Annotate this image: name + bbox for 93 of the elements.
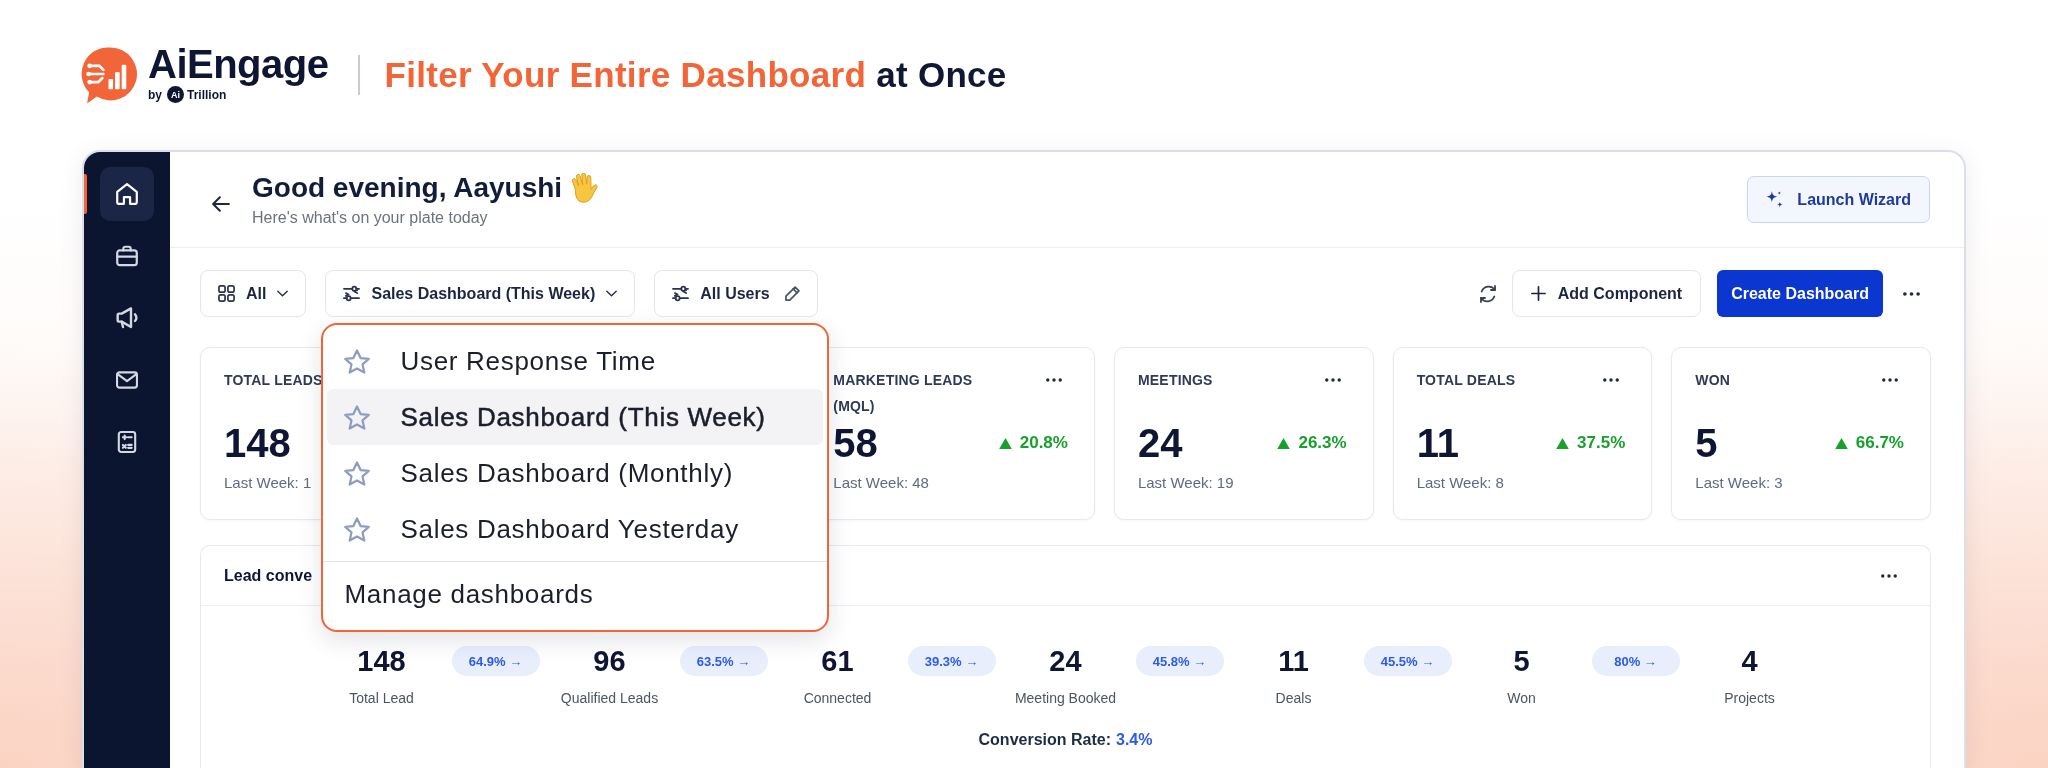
- menu-item[interactable]: User Response Time: [327, 333, 824, 389]
- step-rate-badge: 45.8% →: [1135, 646, 1224, 676]
- envelope-icon: [116, 369, 138, 391]
- megaphone-icon: [116, 307, 138, 329]
- stage-label: Deals: [1275, 689, 1312, 708]
- create-dashboard-button[interactable]: Create Dashboard: [1717, 270, 1883, 317]
- chat-bubble-logo-icon: [81, 46, 140, 104]
- headline: Filter Your Entire Dashboard at Once: [384, 55, 1007, 95]
- kpi-value: 11: [1416, 420, 1459, 467]
- kpi-change: 26.3%: [1298, 433, 1347, 453]
- refresh-icon[interactable]: [1479, 284, 1496, 303]
- view-filter-button[interactable]: All: [200, 270, 307, 317]
- kpi-title: MEETINGS: [1137, 371, 1213, 390]
- kpi-change: 66.7%: [1855, 433, 1904, 453]
- more-icon[interactable]: [1324, 378, 1341, 382]
- brand-name: AiEngage: [148, 43, 329, 85]
- kpi-title: WON: [1695, 371, 1731, 390]
- kpi-value: 58: [833, 420, 878, 467]
- back-arrow-icon[interactable]: [212, 196, 230, 212]
- caret-icon: [277, 290, 289, 297]
- more-icon[interactable]: [1882, 378, 1898, 382]
- more-icon[interactable]: [1045, 378, 1062, 382]
- step-rate-badge: 80% →: [1591, 646, 1680, 676]
- grid-icon: [218, 285, 235, 302]
- kpi-previous: Last Week: 1: [224, 473, 312, 493]
- conversion-rate-label: Conversion Rate:: [978, 730, 1111, 750]
- star-icon: [344, 348, 371, 374]
- kpi-previous: Last Week: 48: [833, 473, 929, 493]
- partner-name: Trillion: [187, 87, 227, 102]
- kpi-previous: Last Week: 19: [1137, 473, 1234, 493]
- greeting-subtitle: Here's what's on your plate today: [252, 208, 488, 228]
- plus-icon: [1530, 286, 1546, 301]
- menu-item[interactable]: Sales Dashboard (This Week): [327, 389, 824, 445]
- step-rate-badge: 63.5% →: [679, 646, 768, 676]
- stage-label: Projects: [1724, 689, 1775, 708]
- stage-label: Meeting Booked: [1014, 689, 1117, 708]
- kpi-title: TOTAL DEALS: [1416, 371, 1516, 390]
- sliders-icon: [672, 285, 690, 302]
- stage-label: Connected: [803, 689, 872, 708]
- stage-label: Won: [1507, 689, 1536, 708]
- triangle-up-icon: [998, 437, 1012, 449]
- kpi-title: MARKETING LEADS (MQL): [833, 371, 974, 416]
- triangle-up-icon: [1277, 437, 1291, 449]
- star-icon: [344, 404, 371, 430]
- step-rate-badge: 39.3% →: [907, 646, 996, 676]
- triangle-up-icon: [1834, 437, 1848, 449]
- users-filter-button[interactable]: All Users: [654, 270, 818, 317]
- add-component-button[interactable]: Add Component: [1511, 270, 1702, 317]
- stage-label: Qualified Leads: [560, 689, 659, 708]
- stage-value: 61: [821, 644, 854, 678]
- menu-item[interactable]: Sales Dashboard (Monthly): [327, 445, 824, 501]
- kpi-title: TOTAL LEADS: [224, 371, 323, 390]
- kpi-change: 20.8%: [1019, 433, 1068, 453]
- stage-value: 11: [1278, 644, 1309, 678]
- step-rate-badge: 64.9% →: [451, 646, 540, 676]
- star-icon: [344, 460, 371, 486]
- conversion-rate-value: 3.4%: [1116, 730, 1153, 750]
- byline-text: by: [148, 87, 162, 102]
- dashboard-filter-button[interactable]: Sales Dashboard (This Week): [325, 270, 636, 317]
- kpi-value: 24: [1137, 420, 1183, 467]
- card-title: Lead conve: [224, 566, 313, 585]
- partner-logo-mark: Ai: [167, 86, 184, 103]
- menu-item[interactable]: Sales Dashboard Yesterday: [327, 501, 824, 557]
- waving-hand-icon: [571, 173, 599, 203]
- kpi-value: 148: [224, 420, 291, 467]
- triangle-up-icon: [1556, 437, 1570, 449]
- kpi-previous: Last Week: 8: [1416, 473, 1504, 493]
- step-rate-badge: 45.5% →: [1363, 646, 1452, 676]
- caret-icon: [606, 290, 618, 297]
- more-icon[interactable]: [1881, 573, 1897, 578]
- star-icon: [344, 516, 371, 542]
- sliders-icon: [343, 285, 361, 302]
- stage-value: 148: [357, 644, 406, 678]
- briefcase-icon: [116, 245, 138, 267]
- greeting-title: Good evening, Aayushi: [252, 171, 563, 205]
- sidebar-item[interactable]: [100, 167, 154, 221]
- stage-value: 4: [1741, 644, 1758, 678]
- menu-item[interactable]: Manage dashboards: [327, 566, 824, 622]
- kpi-change: 37.5%: [1577, 433, 1626, 453]
- sparkle-icon: [1766, 191, 1784, 208]
- calculator-icon: [116, 431, 138, 453]
- pencil-icon: [784, 286, 800, 301]
- active-indicator: [84, 174, 87, 214]
- stage-value: 96: [593, 644, 626, 678]
- launch-wizard-button[interactable]: Launch Wizard: [1747, 176, 1930, 223]
- stage-value: 5: [1513, 644, 1530, 678]
- kpi-previous: Last Week: 3: [1695, 473, 1783, 493]
- stage-label: Total Lead: [349, 689, 414, 708]
- home-icon: [116, 183, 138, 205]
- stage-value: 24: [1049, 644, 1082, 678]
- more-icon[interactable]: [1603, 378, 1620, 382]
- more-icon[interactable]: [1903, 291, 1920, 296]
- kpi-value: 5: [1695, 420, 1718, 467]
